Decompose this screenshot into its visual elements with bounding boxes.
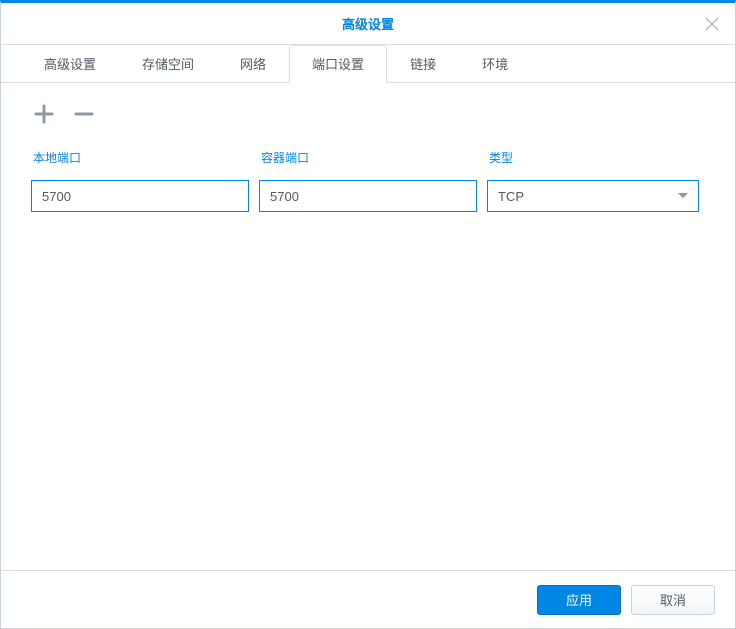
column-type: 类型: [487, 149, 699, 166]
tab-storage[interactable]: 存储空间: [119, 45, 217, 83]
close-icon: [705, 17, 719, 31]
minus-icon: [74, 104, 94, 124]
dialog-footer: 应用 取消: [1, 570, 735, 628]
container-port-input[interactable]: [259, 180, 477, 212]
row-toolbar: [31, 101, 705, 127]
cancel-button[interactable]: 取消: [631, 585, 715, 615]
dialog-header: 高级设置: [1, 3, 735, 45]
close-button[interactable]: [697, 9, 727, 39]
plus-icon: [34, 104, 54, 124]
tab-advanced[interactable]: 高级设置: [21, 45, 119, 83]
table-header: 本地端口 容器端口 类型: [31, 149, 705, 166]
content-area: 本地端口 容器端口 类型 TCP: [1, 83, 735, 570]
tab-port-settings[interactable]: 端口设置: [289, 45, 387, 83]
apply-button[interactable]: 应用: [537, 585, 621, 615]
column-local-port: 本地端口: [31, 149, 249, 166]
local-port-input[interactable]: [31, 180, 249, 212]
tab-links[interactable]: 链接: [387, 45, 459, 83]
tab-network[interactable]: 网络: [217, 45, 289, 83]
remove-row-button[interactable]: [71, 101, 97, 127]
tab-bar: 高级设置 存储空间 网络 端口设置 链接 环境: [1, 45, 735, 83]
table-row: TCP: [31, 180, 705, 212]
add-row-button[interactable]: [31, 101, 57, 127]
type-select-value: TCP: [487, 180, 699, 212]
type-select[interactable]: TCP: [487, 180, 699, 212]
dialog-title: 高级设置: [342, 14, 394, 33]
column-container-port: 容器端口: [259, 149, 477, 166]
advanced-settings-dialog: 高级设置 高级设置 存储空间 网络 端口设置 链接 环境 本地端口 容器端口 类…: [0, 0, 736, 629]
tab-environment[interactable]: 环境: [459, 45, 531, 83]
